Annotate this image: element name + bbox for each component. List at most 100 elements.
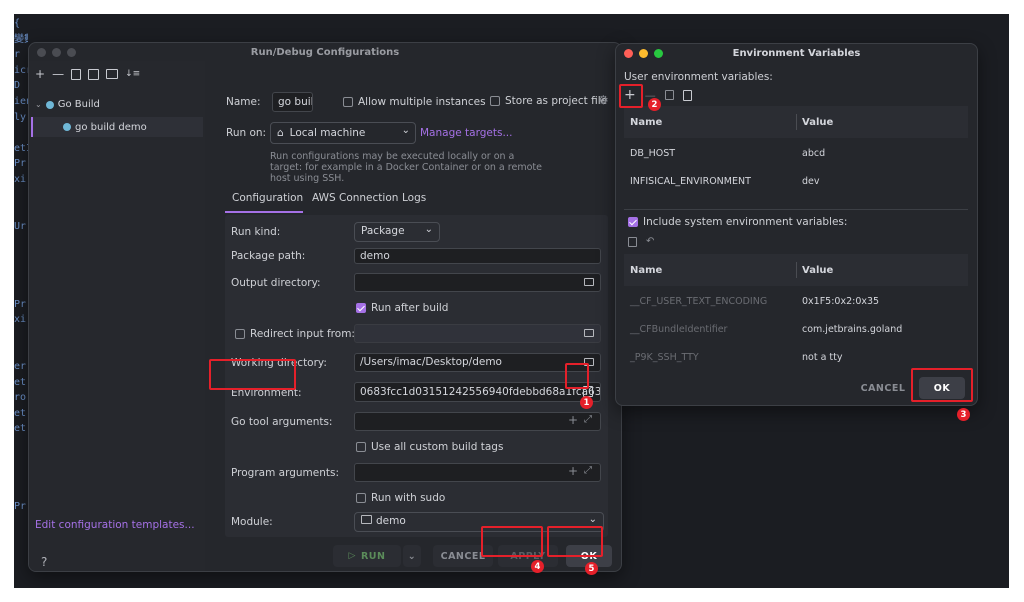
- checkbox-box: [356, 442, 366, 452]
- table-row[interactable]: _P9K_SSH_TTY not a tty: [624, 342, 968, 370]
- apply-button[interactable]: APPLY: [498, 545, 558, 567]
- tab-aws-connection[interactable]: AWS Connection: [312, 192, 398, 204]
- program-arguments-field[interactable]: [354, 463, 601, 482]
- include-system-checkbox[interactable]: Include system environment variables:: [628, 216, 847, 228]
- package-path-label: Package path:: [231, 250, 306, 262]
- table-row[interactable]: __CF_USER_TEXT_ENCODING 0x1F5:0x2:0x35: [624, 286, 968, 314]
- table-row[interactable]: __CFBundleIdentifier com.jetbrains.golan…: [624, 314, 968, 342]
- environment-field[interactable]: 0683fcc1d03151242556940fdebbd68a1fca63c: [354, 382, 601, 402]
- save-icon[interactable]: [88, 68, 100, 80]
- table-row[interactable]: INFISICAL_ENVIRONMENT dev: [624, 166, 968, 194]
- use-build-tags-checkbox[interactable]: Use all custom build tags: [356, 441, 503, 453]
- go-tool-arguments-field[interactable]: [354, 412, 601, 431]
- tab-active-underline: [225, 211, 303, 213]
- module-dropdown[interactable]: demo ⌄: [354, 512, 604, 532]
- code-line-fragment: er: [14, 361, 27, 373]
- copy-icon[interactable]: [628, 236, 637, 247]
- code-line-fragment: ly: [14, 111, 27, 123]
- env-value-cell: abcd: [802, 148, 826, 159]
- go-build-icon: [45, 100, 54, 109]
- folder-icon[interactable]: [584, 278, 594, 286]
- tree-group-go-build[interactable]: ⌄ Go Build: [35, 99, 100, 110]
- play-icon: ▷: [348, 551, 356, 561]
- help-icon[interactable]: ?: [41, 555, 47, 569]
- run-button[interactable]: ▷ RUN: [333, 545, 401, 567]
- config-tabs: Configuration AWS Connection Logs: [225, 185, 609, 213]
- run-options-dropdown[interactable]: ⌄: [403, 545, 421, 567]
- env-name-cell: __CF_USER_TEXT_ENCODING: [630, 296, 768, 307]
- add-icon[interactable]: +: [624, 87, 636, 103]
- window-zoom-dot[interactable]: [654, 49, 663, 58]
- expand-icon[interactable]: ⤢: [584, 465, 592, 476]
- tree-toolbar: + — ↓≡: [35, 67, 140, 81]
- code-line-fragment: Pr: [14, 158, 27, 170]
- env-ok-button[interactable]: OK: [919, 377, 965, 399]
- env-value-cell: 0x1F5:0x2:0x35: [802, 296, 880, 307]
- package-path-field[interactable]: demo: [354, 248, 601, 264]
- code-line-fragment: [14, 453, 28, 469]
- column-name[interactable]: Name: [630, 265, 662, 276]
- window-minimize-dot[interactable]: [52, 48, 61, 57]
- run-on-dropdown[interactable]: ⌂ Local machine ⌄: [270, 122, 416, 144]
- window-minimize-dot[interactable]: [639, 49, 648, 58]
- redirect-input-checkbox[interactable]: Redirect input from:: [235, 328, 355, 340]
- copy-icon[interactable]: [664, 90, 674, 100]
- go-file-icon: [63, 123, 71, 131]
- column-name[interactable]: Name: [630, 117, 662, 128]
- add-icon[interactable]: +: [568, 464, 578, 478]
- column-value[interactable]: Value: [802, 265, 833, 276]
- tree-item-go-build-demo[interactable]: go build demo: [31, 117, 203, 137]
- run-after-build-checkbox[interactable]: Run after build: [356, 302, 448, 314]
- sort-icon[interactable]: ↓≡: [125, 69, 140, 79]
- edit-templates-link[interactable]: Edit configuration templates...: [35, 519, 195, 531]
- add-icon[interactable]: +: [35, 67, 45, 81]
- run-kind-dropdown[interactable]: Package ⌄: [354, 222, 440, 242]
- env-cancel-button[interactable]: CANCEL: [852, 377, 914, 399]
- run-on-label: Run on:: [226, 127, 267, 139]
- allow-multiple-checkbox[interactable]: Allow multiple instances: [343, 96, 486, 108]
- folder-icon[interactable]: [584, 358, 594, 366]
- annotation-badge-5: 5: [585, 562, 598, 575]
- env-name-cell: DB_HOST: [630, 148, 676, 159]
- code-line-fragment: Ur: [14, 220, 27, 232]
- run-after-build-label: Run after build: [371, 302, 449, 314]
- checkbox-box: [490, 96, 500, 106]
- code-line-fragment: ro: [14, 392, 27, 404]
- table-row[interactable]: DB_HOST abcd: [624, 138, 968, 166]
- module-folder-icon: [361, 515, 372, 524]
- run-kind-value: Package: [361, 225, 405, 237]
- name-field[interactable]: go buil: [272, 92, 313, 112]
- working-directory-field[interactable]: /Users/imac/Desktop/demo: [354, 353, 601, 372]
- code-line-fragment: [14, 203, 28, 219]
- env-name-cell: INFISICAL_ENVIRONMENT: [630, 176, 751, 187]
- column-value[interactable]: Value: [802, 117, 833, 128]
- desktop-background: {變數中讀取設定 r : icr Dien ly etI Pr xi Ur Pr xi er e…: [14, 14, 1009, 588]
- redirect-input-field[interactable]: [354, 324, 601, 343]
- remove-icon[interactable]: —: [52, 67, 64, 81]
- undo-icon[interactable]: ↶: [646, 236, 654, 247]
- environment-variables-window: Environment Variables User environment v…: [615, 43, 978, 406]
- folder-icon[interactable]: [106, 69, 119, 79]
- go-tool-arguments-label: Go tool arguments:: [231, 416, 333, 428]
- folder-icon[interactable]: [584, 329, 594, 337]
- manage-targets-link[interactable]: Manage targets...: [420, 127, 512, 139]
- copy-icon[interactable]: [71, 68, 82, 80]
- run-with-sudo-checkbox[interactable]: Run with sudo: [356, 492, 445, 504]
- cancel-button[interactable]: CANCEL: [433, 545, 493, 567]
- run-with-sudo-label: Run with sudo: [371, 492, 446, 504]
- output-directory-field[interactable]: [354, 273, 601, 292]
- tab-configuration[interactable]: Configuration: [232, 192, 303, 204]
- expand-icon[interactable]: ⤢: [584, 414, 592, 425]
- code-line-fragment: [14, 281, 28, 297]
- window-close-dot[interactable]: [37, 48, 46, 57]
- tab-logs[interactable]: Logs: [402, 192, 426, 204]
- store-as-file-checkbox[interactable]: Store as project file: [490, 95, 607, 107]
- window-close-dot[interactable]: [624, 49, 633, 58]
- code-line-fragment: [14, 250, 28, 266]
- window-zoom-dot[interactable]: [67, 48, 76, 57]
- code-line-fragment: [14, 125, 28, 141]
- config-tree-pane: + — ↓≡ ⌄ Go Build go build demo Edit con…: [29, 61, 205, 571]
- paste-icon[interactable]: [682, 89, 692, 101]
- gear-icon[interactable]: ⚙: [598, 93, 609, 107]
- add-icon[interactable]: +: [568, 413, 578, 427]
